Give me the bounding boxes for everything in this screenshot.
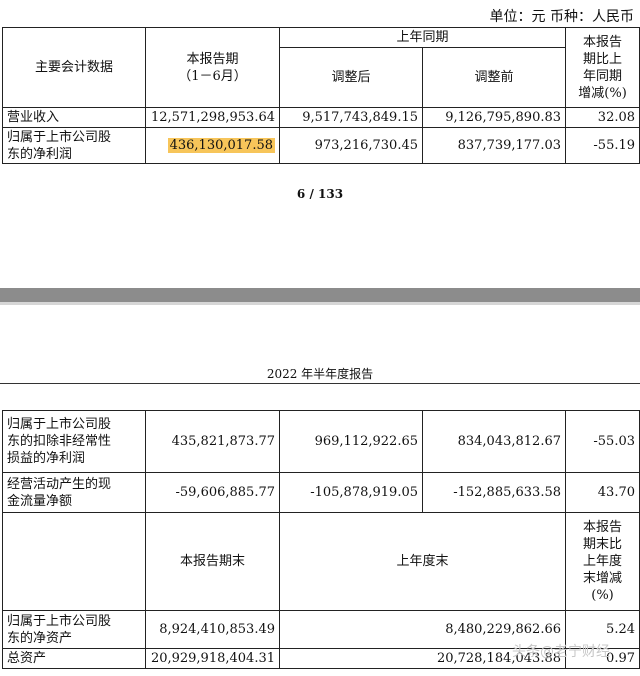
row-adjusted-after: 969,112,922.65	[279, 410, 423, 473]
header-adjusted-after: 调整后	[279, 47, 423, 108]
row-change: -55.03	[565, 410, 640, 473]
row-adjusted-before: -152,885,633.58	[422, 472, 566, 513]
header-change-pct: 本报告 期比上 年同期 增减(%)	[565, 27, 640, 108]
report-running-header: 2022 年半年度报告	[266, 367, 374, 381]
row-label: 归属于上市公司股 东的扣除非经常性 损益的净利润	[2, 410, 146, 473]
table-row: 经营活动产生的现 金流量净额 -59,606,885.77 -105,878,9…	[2, 472, 640, 513]
table-row: 营业收入 12,571,298,953.64 9,517,743,849.15 …	[2, 107, 640, 128]
row-label: 归属于上市公司股 东的净资产	[2, 610, 146, 649]
row-change: 43.70	[565, 472, 640, 513]
row-current: 435,821,873.77	[145, 410, 280, 473]
row-adjusted-after: 9,517,743,849.15	[279, 107, 423, 128]
row-label: 营业收入	[2, 107, 146, 128]
page-separator	[0, 288, 640, 302]
key-accounting-data-table-top: 主要会计数据 本报告期 （1－6月） 上年同期 本报告 期比上 年同期 增减(%…	[2, 27, 640, 164]
row-adjusted-after: 973,216,730.45	[279, 127, 423, 164]
header-prior-year-end: 上年度末	[279, 512, 566, 611]
table-row: 归属于上市公司股 东的扣除非经常性 损益的净利润 435,821,873.77 …	[2, 410, 640, 473]
row-label: 经营活动产生的现 金流量净额	[2, 472, 146, 513]
row-change: 32.08	[565, 107, 640, 128]
header-adjusted-before: 调整前	[421, 47, 567, 108]
highlighted-net-profit: 436,130,017.58	[167, 138, 275, 153]
row-adjusted-before: 9,126,795,890.83	[421, 107, 567, 128]
row-current: 20,929,918,404.31	[145, 648, 280, 669]
header-period-end: 本报告期末	[145, 512, 280, 611]
watermark: 头条@老宁财经	[512, 644, 610, 660]
header-current-period: 本报告期 （1－6月）	[145, 27, 280, 108]
row-current: -59,606,885.77	[145, 472, 280, 513]
header-change-end-pct: 本报告 期末比 上年度 末增减 (%)	[565, 512, 640, 611]
row-adjusted-before: 837,739,177.03	[421, 127, 567, 164]
header-rule	[0, 383, 640, 384]
header-item: 主要会计数据	[2, 27, 146, 108]
key-accounting-data-table-bottom: 归属于上市公司股 东的扣除非经常性 损益的净利润 435,821,873.77 …	[2, 410, 640, 669]
currency-unit-note: 单位：元 币种：人民币	[489, 9, 634, 25]
header-prior-period: 上年同期	[278, 27, 567, 48]
row-change: -55.19	[565, 127, 640, 164]
page-number: 6 / 133	[296, 187, 344, 201]
row-current: 12,571,298,953.64	[145, 107, 280, 128]
row-adjusted-after: -105,878,919.05	[279, 472, 423, 513]
row-adjusted-before: 834,043,812.67	[422, 410, 566, 473]
row-label: 总资产	[2, 648, 146, 669]
table-row: 归属于上市公司股 东的净利润 436,130,017.58 973,216,73…	[2, 127, 640, 164]
header-empty-cell	[2, 512, 146, 611]
page-separator-shadow	[0, 302, 640, 305]
row-label: 归属于上市公司股 东的净利润	[2, 127, 146, 164]
row-current: 8,924,410,853.49	[145, 610, 280, 649]
